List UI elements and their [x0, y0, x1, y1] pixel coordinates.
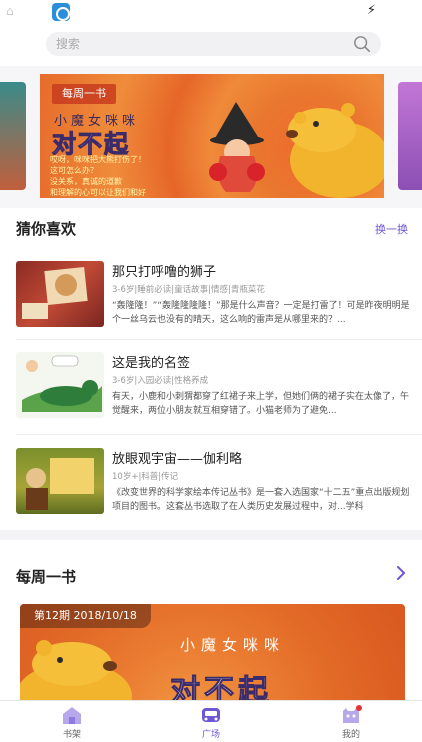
book-cover: [16, 448, 104, 514]
banner-tag: 每周一书: [52, 84, 116, 104]
bottom-tab-bar: 书架 广场 我的: [0, 700, 422, 742]
tab-label: 书架: [62, 730, 81, 740]
banner-slide[interactable]: 每周一书 小魔女咪咪 对不起 哎呀，咪咪把大熊打伤了！ 这可怎么办？ 没关系，真…: [40, 74, 384, 198]
app-notification-icon: [52, 3, 70, 21]
bear-illustration: [286, 103, 384, 198]
chevron-right-icon[interactable]: [396, 566, 406, 580]
search-bar[interactable]: [46, 32, 381, 56]
banner-text: 哎呀，咪咪把大熊打伤了！ 这可怎么办？ 没关系，真诚的道歉 和理解的心可以让我们…: [50, 154, 180, 198]
banner-line: 哎呀，咪咪把大熊打伤了！: [50, 155, 146, 164]
weekly-book-card[interactable]: 第12期 2018/10/18 小魔女咪咪 对不起: [20, 604, 405, 714]
issue-badge: 第12期 2018/10/18: [20, 604, 151, 628]
book-tags: 3-6岁|睡前必读|童话故事|情感|青瓶菜花: [112, 285, 265, 295]
banner-line: 和理解的心可以让我们和好: [50, 188, 146, 197]
weekly-book-subtitle: 小魔女咪咪: [180, 636, 286, 654]
tab-label: 广场: [201, 730, 220, 740]
bookshelf-icon: [63, 707, 81, 724]
book-tags: 10岁+|科普|传记: [112, 472, 179, 482]
banner-line: 没关系，真诚的道歉: [50, 177, 122, 186]
banner-prev-slide[interactable]: [0, 82, 26, 190]
search-icon[interactable]: [353, 35, 371, 53]
book-title: 放眼观宇宙——伽利略: [112, 452, 243, 467]
refresh-button[interactable]: 换一换: [375, 221, 408, 237]
banner-line: 这可怎么办？: [50, 166, 98, 175]
tab-profile[interactable]: 我的: [311, 705, 391, 740]
divider: [16, 434, 422, 435]
book-tags: 3-6岁|入园必读|性格养成: [112, 376, 209, 386]
witch-illustration: [209, 102, 265, 192]
section-separator: [0, 530, 422, 540]
book-title: 那只打呼噜的狮子: [112, 265, 217, 280]
plaza-icon: [202, 708, 220, 722]
profile-icon: [343, 705, 362, 723]
search-input[interactable]: [46, 32, 336, 56]
book-description: 《改变世界的科学家绘本传记丛书》是一套入选国家“十二五”重点出版规划项目的图书。…: [112, 488, 410, 512]
book-item[interactable]: 这是我的名签 3-6岁|入园必读|性格养成 有天，小鹿和小刺猬都穿了红裙子来上学…: [16, 352, 412, 436]
book-item[interactable]: 放眼观宇宙——伽利略 10岁+|科普|传记 《改变世界的科学家绘本传记丛书》是一…: [16, 448, 412, 532]
book-item[interactable]: 那只打呼噜的狮子 3-6岁|睡前必读|童话故事|情感|青瓶菜花 “轰隆隆！”“轰…: [16, 261, 412, 345]
book-cover: [16, 352, 104, 418]
book-description: 有天，小鹿和小刺猬都穿了红裙子来上学，但她们俩的裙子实在太像了，午觉醒来，两位小…: [112, 392, 410, 416]
weekly-section-title: 每周一书: [16, 568, 77, 586]
banner-next-slide[interactable]: [398, 82, 422, 190]
tab-label: 我的: [341, 730, 360, 740]
divider: [16, 339, 422, 340]
book-description: “轰隆隆！”“轰隆隆隆隆！”那是什么声音？一定是打雷了！可是昨夜明明是个一丝乌云…: [112, 301, 410, 325]
status-bar: ⌂ ⚡: [0, 0, 422, 24]
tab-bookshelf[interactable]: 书架: [32, 705, 112, 740]
tab-plaza[interactable]: 广场: [171, 705, 251, 740]
notification-icon: ⌂: [6, 4, 14, 18]
recommend-section-title: 猜你喜欢: [16, 220, 77, 238]
book-title: 这是我的名签: [112, 356, 191, 371]
book-cover: [16, 261, 104, 327]
charging-icon: ⚡: [366, 3, 376, 18]
